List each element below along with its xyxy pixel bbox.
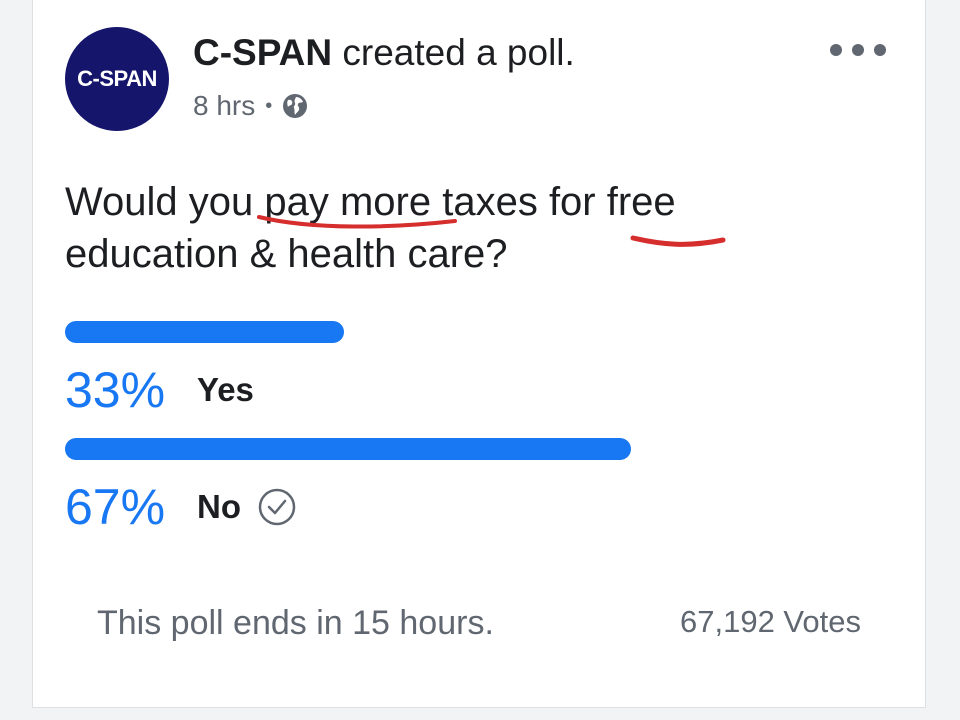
page-avatar[interactable]: C-SPAN xyxy=(65,27,169,131)
poll-option-yes[interactable]: 33% Yes xyxy=(65,321,665,419)
meta-separator: • xyxy=(265,94,273,117)
post-header-title: C-SPAN created a poll. xyxy=(193,32,575,74)
poll-post-card: C-SPAN C-SPAN created a poll. 8 hrs • Wo… xyxy=(32,0,926,708)
more-dot xyxy=(830,44,842,56)
poll-bar-fill-yes xyxy=(65,321,344,343)
poll-question: Would you pay more taxes for free educat… xyxy=(65,180,676,276)
poll-option-no[interactable]: 67% No xyxy=(65,438,665,536)
page-name-link[interactable]: C-SPAN xyxy=(193,32,332,73)
post-timestamp[interactable]: 8 hrs xyxy=(193,90,255,122)
more-dot xyxy=(874,44,886,56)
poll-bar-track xyxy=(65,321,631,343)
poll-percent-yes: 33% xyxy=(65,362,166,418)
poll-option-label-yes: Yes xyxy=(197,371,254,408)
poll-percent-no: 67% xyxy=(65,479,166,535)
avatar-logo-text: C-SPAN xyxy=(77,66,157,91)
poll-vote-count[interactable]: 67,192 Votes xyxy=(680,604,861,640)
more-options-button[interactable] xyxy=(830,36,886,64)
poll-end-status: This poll ends in 15 hours. xyxy=(97,604,494,642)
globe-icon[interactable] xyxy=(282,93,308,119)
check-circle-icon xyxy=(258,488,296,526)
post-action-text: created a poll. xyxy=(342,32,575,73)
poll-bar-track xyxy=(65,438,631,460)
poll-option-label-no: No xyxy=(197,488,241,525)
poll-bar-fill-no xyxy=(65,438,631,460)
post-meta: 8 hrs • xyxy=(193,90,308,122)
more-dot xyxy=(852,44,864,56)
